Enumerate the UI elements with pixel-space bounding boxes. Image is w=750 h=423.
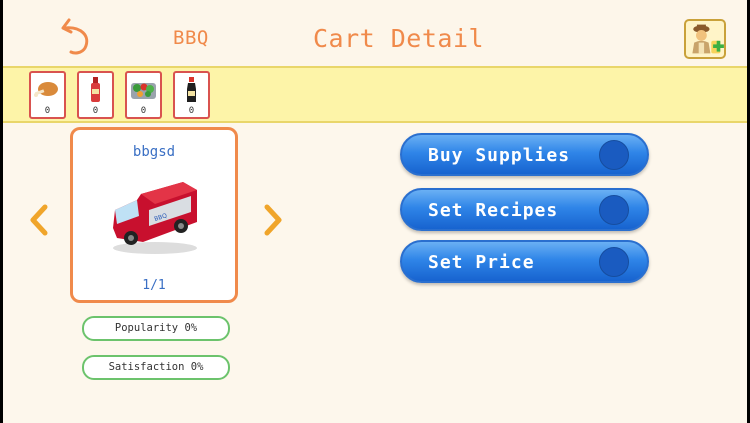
ingredient-count: 0 (140, 106, 147, 116)
toggle-knob-icon (599, 140, 629, 170)
chicken-leg-icon (34, 82, 58, 97)
cart-card[interactable]: bbgsd BBQ 1/1 (70, 127, 238, 303)
ingredient-slot-soy-sauce[interactable]: 0 (173, 71, 210, 119)
ingredient-count: 0 (44, 106, 51, 116)
header: BBQ Cart Detail (3, 0, 747, 66)
app-screen: BBQ Cart Detail 0 0 0 0 bbgsd BBQ 1/1 Po… (3, 0, 747, 423)
buy-supplies-label: Buy Supplies (428, 145, 571, 166)
page-title: Cart Detail (313, 24, 485, 53)
ingredient-count: 0 (188, 106, 195, 116)
ingredient-count: 0 (92, 106, 99, 116)
food-van-image: BBQ (113, 182, 197, 254)
cart-label: bbgsd (132, 144, 176, 160)
soy-sauce-bottle-icon (187, 77, 196, 102)
next-cart-arrow-icon[interactable] (263, 204, 283, 236)
previous-cart-arrow-icon[interactable] (29, 204, 49, 236)
sauce-bottle-icon (91, 77, 100, 102)
ingredient-slot-chicken[interactable]: 0 (29, 71, 66, 119)
ingredient-slot-vegetables[interactable]: 0 (125, 71, 162, 119)
ingredient-bar: 0 0 0 0 (3, 66, 747, 123)
satisfaction-badge: Satisfaction 0% (82, 355, 230, 380)
cart-name-title: BBQ (173, 27, 209, 49)
buy-supplies-button[interactable]: Buy Supplies (400, 133, 649, 176)
chef-add-icon (692, 24, 724, 54)
cart-page-indicator: 1/1 (142, 278, 166, 293)
ingredient-slot-sauce[interactable]: 0 (77, 71, 114, 119)
toggle-knob-icon (599, 195, 629, 225)
vegetable-tray-icon (131, 83, 156, 99)
set-price-button[interactable]: Set Price (400, 240, 649, 283)
undo-arrow-icon[interactable] (61, 16, 93, 56)
set-recipes-button[interactable]: Set Recipes (400, 188, 649, 231)
toggle-knob-icon (599, 247, 629, 277)
popularity-badge: Popularity 0% (82, 316, 230, 341)
set-recipes-label: Set Recipes (428, 200, 559, 221)
set-price-label: Set Price (428, 252, 535, 273)
chef-add-button[interactable] (684, 19, 726, 59)
